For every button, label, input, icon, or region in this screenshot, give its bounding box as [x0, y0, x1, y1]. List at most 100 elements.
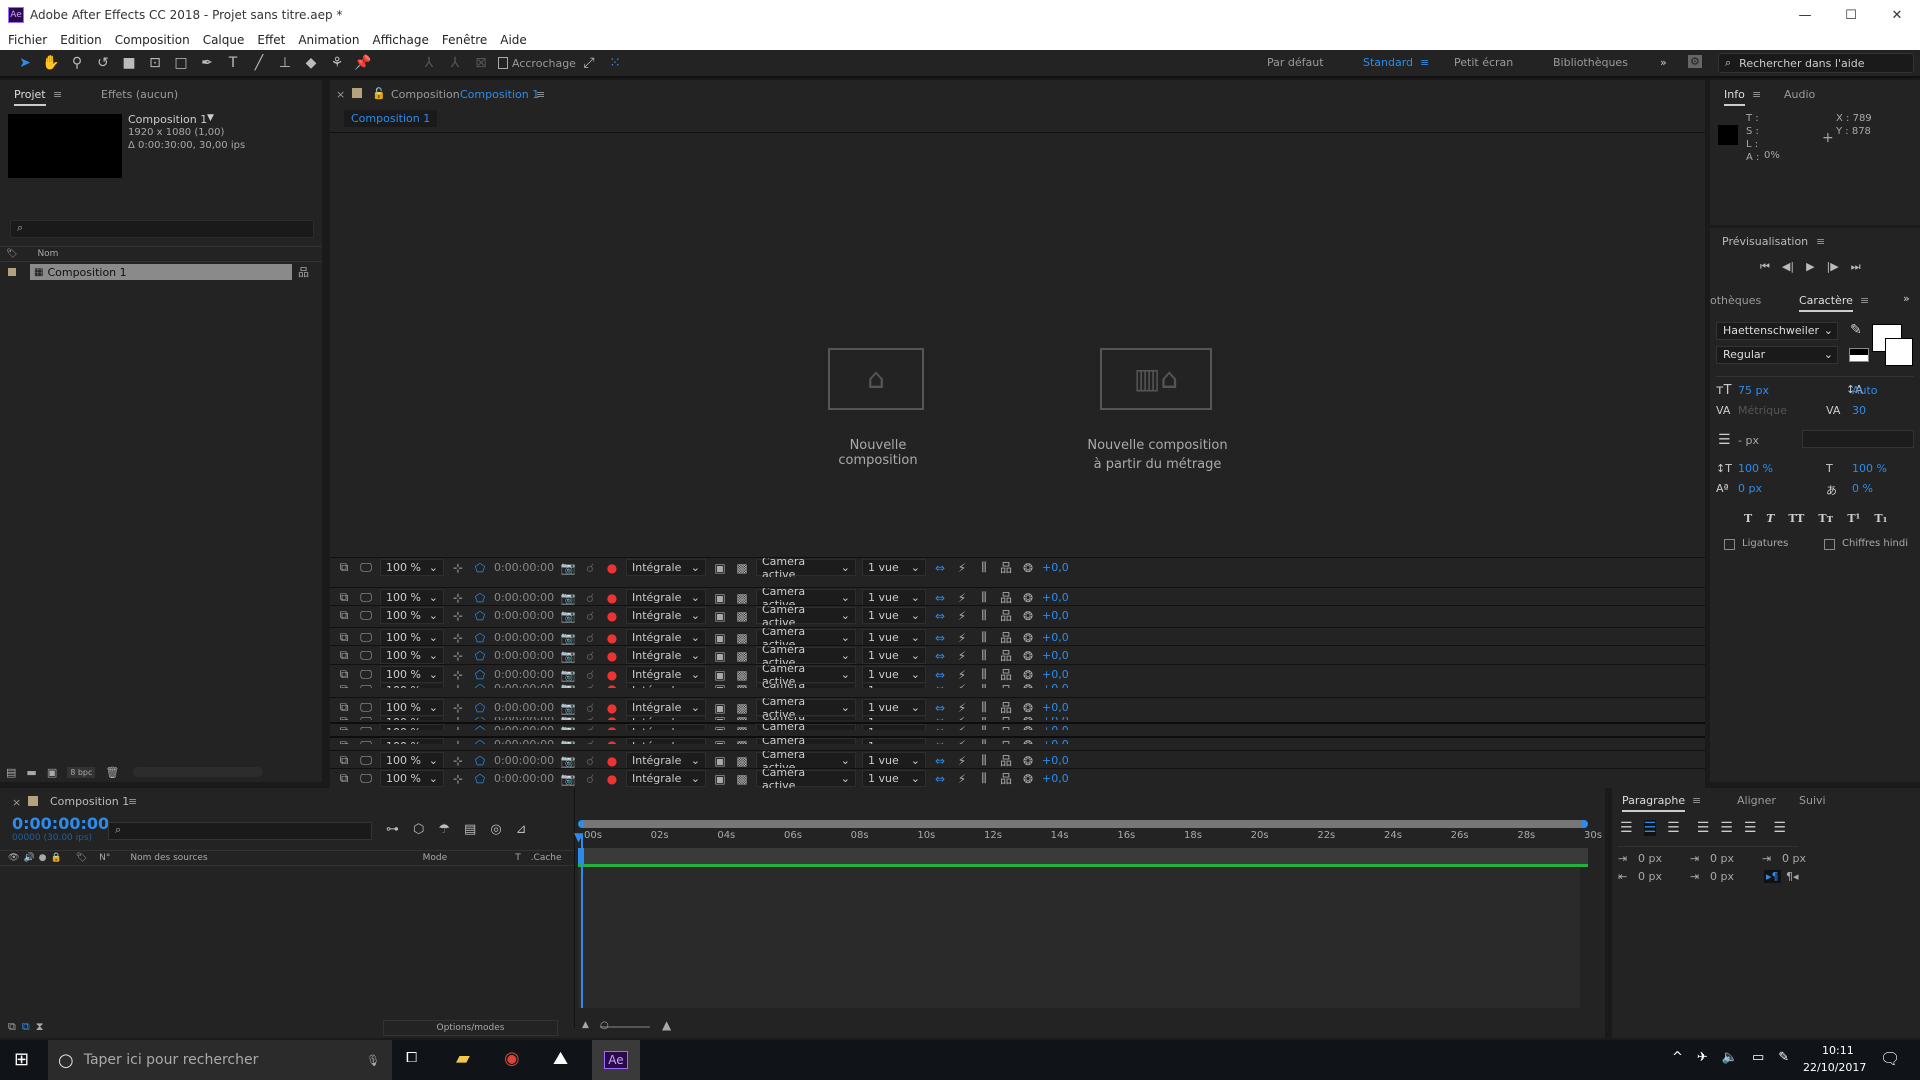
small-caps-icon[interactable]: Tᴛ: [1818, 512, 1833, 525]
draft-3d-icon[interactable]: ⬡: [413, 822, 424, 837]
ltr-direction-icon[interactable]: ▸¶: [1764, 870, 1781, 883]
flowchart-icon[interactable]: 品: [298, 264, 309, 280]
channel-icon[interactable]: ●: [604, 754, 620, 768]
viewer-current-time[interactable]: 0:00:00:00: [494, 631, 554, 644]
rectangle-tool-icon[interactable]: □: [170, 52, 192, 74]
camera-view-select[interactable]: Caméra active⌄: [756, 698, 856, 717]
font-style-select[interactable]: Regular ⌄: [1716, 346, 1838, 364]
menu-fenetre[interactable]: Fenêtre: [442, 33, 487, 47]
character-menu-icon[interactable]: ≡: [1860, 294, 1869, 307]
snap-icon[interactable]: ⤢: [578, 52, 600, 74]
reset-exposure-icon[interactable]: ❂: [1020, 609, 1036, 623]
new-folder-icon[interactable]: ▬: [26, 766, 36, 779]
resolution-select[interactable]: Intégrale⌄: [626, 589, 706, 606]
fast-previews-icon[interactable]: ⚡: [954, 754, 970, 768]
region-of-interest-icon[interactable]: ▣: [712, 754, 728, 768]
resolution-select[interactable]: Intégrale⌄: [626, 666, 706, 683]
tab-project[interactable]: Projet: [14, 88, 46, 106]
workspace-libraries[interactable]: Bibliothèques: [1553, 56, 1628, 69]
show-snapshot-icon[interactable]: ☌: [582, 649, 598, 663]
show-snapshot-icon[interactable]: ☌: [582, 724, 598, 730]
brush-tool-icon[interactable]: ╱: [248, 52, 270, 74]
snapshot-icon[interactable]: 📷: [560, 701, 576, 715]
grid-guides-icon[interactable]: ⊹: [450, 668, 466, 682]
region-of-interest-icon[interactable]: ▣: [712, 561, 728, 575]
mask-visibility-icon[interactable]: ⬠: [472, 724, 488, 730]
monitor-icon[interactable]: 🖵: [358, 608, 374, 623]
view-layout-select[interactable]: 1 vue⌄: [862, 647, 926, 664]
pen-tool-icon[interactable]: ✒: [196, 52, 218, 74]
always-preview-icon[interactable]: ⧉: [336, 608, 352, 623]
tab-tracker[interactable]: Suivi: [1799, 794, 1826, 807]
lock-switch-icon[interactable]: 🔒: [51, 853, 62, 863]
exposure-value[interactable]: +0,0: [1042, 754, 1069, 767]
close-button[interactable]: ✕: [1874, 0, 1920, 30]
viewer-current-time[interactable]: 0:00:00:00: [494, 591, 554, 604]
motion-blur-icon[interactable]: ◎: [490, 822, 501, 837]
superscript-icon[interactable]: T¹: [1847, 512, 1860, 525]
column-mode[interactable]: Mode: [423, 853, 448, 863]
indent-right-value[interactable]: 0 px: [1638, 870, 1662, 883]
grid-guides-icon[interactable]: ⊹: [450, 701, 466, 715]
horizontal-scale-value[interactable]: 100 %: [1852, 462, 1887, 475]
mask-visibility-icon[interactable]: ⬠: [472, 631, 488, 645]
reset-exposure-icon[interactable]: ❂: [1020, 724, 1036, 730]
camera-view-select[interactable]: Caméra active⌄: [756, 606, 856, 625]
mask-visibility-icon[interactable]: ⬠: [472, 609, 488, 623]
font-family-select[interactable]: Haettenschweiler ⌄: [1716, 322, 1838, 340]
justify-all-icon[interactable]: ☰: [1773, 820, 1786, 836]
mask-visibility-icon[interactable]: ⬠: [472, 701, 488, 715]
puppet-tool-icon[interactable]: 📌: [352, 52, 374, 74]
toggle-pixel-aspect-icon[interactable]: ⇔: [932, 724, 948, 730]
subscript-icon[interactable]: T₁: [1874, 512, 1887, 525]
tab-info[interactable]: Info: [1724, 88, 1745, 106]
flowchart-icon[interactable]: 品: [998, 647, 1014, 664]
channel-icon[interactable]: ●: [604, 609, 620, 623]
column-name[interactable]: Nom: [37, 249, 58, 259]
transparency-grid-icon[interactable]: ▩: [734, 649, 750, 663]
channel-icon[interactable]: ●: [604, 631, 620, 645]
region-of-interest-icon[interactable]: ▣: [712, 668, 728, 682]
align-center-icon[interactable]: ☰: [1643, 820, 1657, 836]
new-composition-icon[interactable]: ⌂: [828, 348, 924, 410]
menu-affichage[interactable]: Affichage: [373, 33, 429, 47]
view-layout-select[interactable]: 1 vue⌄: [862, 607, 926, 624]
magnification-select[interactable]: 100 %⌄: [380, 647, 444, 664]
space-after-value[interactable]: 0 px: [1710, 870, 1734, 883]
channel-icon[interactable]: ●: [604, 649, 620, 663]
zoom-out-icon[interactable]: ▲: [582, 1020, 589, 1030]
magnification-select[interactable]: 100 %⌄: [380, 724, 444, 730]
timeline-icon[interactable]: ⫼: [976, 700, 992, 715]
exposure-value[interactable]: +0,0: [1042, 649, 1069, 662]
project-item-row[interactable]: ▦ Composition 1 品: [0, 264, 322, 280]
stroke-width-value[interactable]: - px: [1738, 434, 1759, 447]
view-layout-select[interactable]: 1 vue⌄: [862, 589, 926, 606]
region-of-interest-icon[interactable]: ▣: [712, 649, 728, 663]
next-frame-icon[interactable]: |▶: [1827, 260, 1839, 274]
first-frame-icon[interactable]: ⏮: [1760, 260, 1770, 274]
eyedropper-icon[interactable]: ✎: [1850, 322, 1862, 338]
magnification-select[interactable]: 100 %⌄: [380, 752, 444, 769]
snapshot-icon[interactable]: 📷: [560, 631, 576, 645]
workspace-menu-icon[interactable]: ≡: [1420, 56, 1429, 69]
fast-previews-icon[interactable]: ⚡: [954, 631, 970, 645]
transparency-grid-icon[interactable]: ▩: [734, 754, 750, 768]
airplane-icon[interactable]: ✈: [1697, 1050, 1708, 1065]
windows-start-icon[interactable]: ⊞: [14, 1049, 29, 1070]
flowchart-icon[interactable]: 品: [998, 629, 1014, 646]
flowchart-icon[interactable]: 品: [998, 559, 1014, 576]
volume-icon[interactable]: 🔈: [1722, 1050, 1738, 1065]
magnification-select[interactable]: 100 %⌄: [380, 666, 444, 683]
reset-exposure-icon[interactable]: ❂: [1020, 561, 1036, 575]
expand-panels-icon[interactable]: »: [1903, 292, 1910, 305]
resolution-select[interactable]: Intégrale⌄: [626, 699, 706, 716]
viewer-current-time[interactable]: 0:00:00:00: [494, 754, 554, 767]
channel-icon[interactable]: ●: [604, 701, 620, 715]
close-timeline-icon[interactable]: ×: [12, 796, 21, 809]
camera-view-select[interactable]: Caméra active⌄: [756, 588, 856, 607]
flowchart-icon[interactable]: 品: [998, 738, 1014, 744]
mask-visibility-icon[interactable]: ⬠: [472, 738, 488, 744]
tab-libraries[interactable]: othèques: [1710, 294, 1761, 307]
view-layout-select[interactable]: 1 vue⌄: [862, 559, 926, 576]
reset-exposure-icon[interactable]: ❂: [1020, 668, 1036, 682]
